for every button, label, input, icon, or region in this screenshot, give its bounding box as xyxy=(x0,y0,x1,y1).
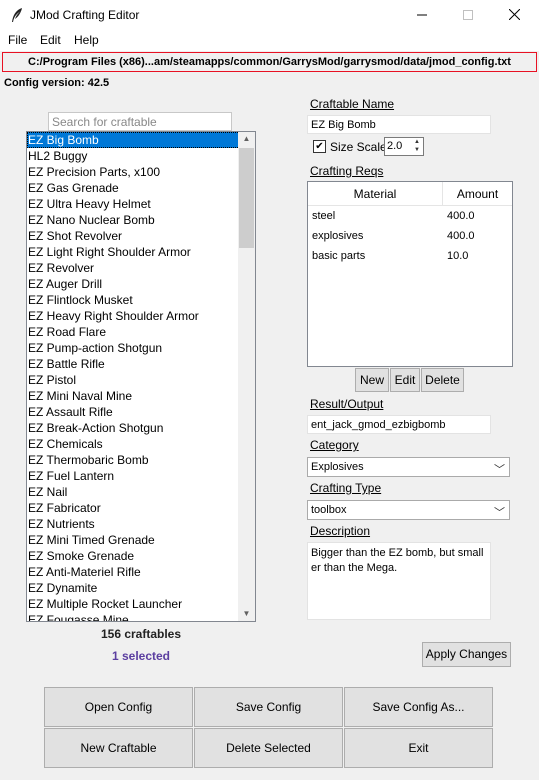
list-item[interactable]: EZ Big Bomb xyxy=(27,132,240,148)
result-output-field[interactable]: ent_jack_gmod_ezbigbomb xyxy=(307,415,491,434)
scroll-up-icon[interactable]: ▲ xyxy=(238,132,255,146)
selected-count: 1 selected xyxy=(111,649,171,663)
column-header-amount[interactable]: Amount xyxy=(443,182,512,206)
menu-file[interactable]: File xyxy=(8,33,27,47)
list-item[interactable]: HL2 Buggy xyxy=(27,148,240,164)
delete-selected-button[interactable]: Delete Selected xyxy=(194,728,343,768)
close-button[interactable] xyxy=(491,0,537,31)
list-item[interactable]: EZ Nano Nuclear Bomb xyxy=(27,212,240,228)
craftable-name-field[interactable]: EZ Big Bomb xyxy=(307,115,491,134)
maximize-button[interactable] xyxy=(445,0,491,31)
minimize-icon xyxy=(417,9,427,23)
scroll-thumb[interactable] xyxy=(239,148,254,248)
list-item[interactable]: EZ Fuel Lantern xyxy=(27,468,240,484)
exit-button[interactable]: Exit xyxy=(344,728,493,768)
spin-arrows-icon[interactable]: ▲ ▼ xyxy=(411,138,423,155)
crafting-type-select[interactable]: toolbox ﹀ xyxy=(307,500,510,520)
list-item[interactable]: EZ Auger Drill xyxy=(27,276,240,292)
crafting-type-value: toolbox xyxy=(311,504,347,516)
config-path: C:/Program Files (x86)...am/steamapps/co… xyxy=(2,52,537,72)
save-config-button[interactable]: Save Config xyxy=(194,687,343,727)
list-item[interactable]: EZ Pistol xyxy=(27,372,240,388)
result-output-label: Result/Output xyxy=(310,397,384,411)
menu-help[interactable]: Help xyxy=(74,33,99,47)
list-item[interactable]: EZ Ultra Heavy Helmet xyxy=(27,196,240,212)
list-item[interactable]: EZ Gas Grenade xyxy=(27,180,240,196)
list-item[interactable]: EZ Nutrients xyxy=(27,516,240,532)
config-version: Config version: 42.5 xyxy=(4,77,110,89)
list-item[interactable]: EZ Assault Rifle xyxy=(27,404,240,420)
chevron-down-icon: ﹀ xyxy=(494,507,505,519)
category-label: Category xyxy=(310,438,359,452)
list-item[interactable]: EZ Mini Naval Mine xyxy=(27,388,240,404)
delete-req-button[interactable]: Delete xyxy=(421,368,464,392)
list-item[interactable]: EZ Shot Revolver xyxy=(27,228,240,244)
req-amount[interactable]: 10.0 xyxy=(447,250,468,262)
scroll-down-icon[interactable]: ▼ xyxy=(238,607,255,621)
size-scale-label: Size Scale xyxy=(330,140,387,154)
list-item[interactable]: EZ Precision Parts, x100 xyxy=(27,164,240,180)
description-label: Description xyxy=(310,524,371,538)
list-item[interactable]: EZ Smoke Grenade xyxy=(27,548,240,564)
minimize-button[interactable] xyxy=(399,0,445,31)
save-config-as-button[interactable]: Save Config As... xyxy=(344,687,493,727)
req-material[interactable]: basic parts xyxy=(312,250,365,262)
list-item[interactable]: EZ Flintlock Musket xyxy=(27,292,240,308)
category-select[interactable]: Explosives ﹀ xyxy=(307,457,510,477)
crafting-type-label: Crafting Type xyxy=(310,481,382,495)
list-item[interactable]: EZ Thermobaric Bomb xyxy=(27,452,240,468)
menu-edit[interactable]: Edit xyxy=(40,33,61,47)
size-scale-checkbox[interactable]: ✔ xyxy=(313,140,326,153)
list-item[interactable]: EZ Heavy Right Shoulder Armor xyxy=(27,308,240,324)
craftables-list[interactable]: EZ Big Bomb HL2 Buggy EZ Precision Parts, … xyxy=(26,131,256,622)
list-item[interactable]: EZ Nail xyxy=(27,484,240,500)
config-path-text: C:/Program Files (x86)...am/steamapps/co… xyxy=(28,56,511,68)
list-item[interactable]: EZ Light Right Shoulder Armor xyxy=(27,244,240,260)
req-amount[interactable]: 400.0 xyxy=(447,230,475,242)
list-item[interactable]: EZ Mini Timed Grenade xyxy=(27,532,240,548)
list-scrollbar[interactable]: ▲ ▼ xyxy=(238,132,255,621)
window-title: JMod Crafting Editor xyxy=(30,8,140,22)
edit-req-button[interactable]: Edit xyxy=(390,368,420,392)
list-item[interactable]: EZ Fougasse Mine xyxy=(27,612,240,621)
craftable-name-label: Craftable Name xyxy=(310,97,395,111)
list-item[interactable]: EZ Revolver xyxy=(27,260,240,276)
new-craftable-button[interactable]: New Craftable xyxy=(44,728,193,768)
list-item[interactable]: EZ Pump-action Shotgun xyxy=(27,340,240,356)
search-input[interactable] xyxy=(48,112,232,131)
list-item[interactable]: EZ Dynamite xyxy=(27,580,240,596)
craftables-list-items: EZ Big Bomb HL2 Buggy EZ Precision Parts, … xyxy=(27,132,240,621)
maximize-icon xyxy=(463,9,473,23)
req-material[interactable]: explosives xyxy=(312,230,363,242)
open-config-button[interactable]: Open Config xyxy=(44,687,193,727)
column-header-material[interactable]: Material xyxy=(308,182,443,206)
list-item[interactable]: EZ Multiple Rocket Launcher xyxy=(27,596,240,612)
list-item[interactable]: EZ Fabricator xyxy=(27,500,240,516)
checkmark-icon: ✔ xyxy=(315,141,324,152)
close-icon xyxy=(508,8,520,23)
description-field[interactable]: Bigger than the EZ bomb, but smaller tha… xyxy=(307,542,491,620)
list-item[interactable]: EZ Chemicals xyxy=(27,436,240,452)
req-material[interactable]: steel xyxy=(312,210,335,222)
new-req-button[interactable]: New xyxy=(355,368,389,392)
size-scale-value: 2.0 xyxy=(387,140,403,152)
craftables-count: 156 craftables xyxy=(100,627,182,641)
feather-icon xyxy=(10,7,24,23)
category-value: Explosives xyxy=(311,461,364,473)
apply-changes-button[interactable]: Apply Changes xyxy=(422,642,511,667)
crafting-reqs-table[interactable]: Material Amount steel 400.0 explosives 400.… xyxy=(307,181,513,367)
chevron-down-icon: ﹀ xyxy=(494,464,505,476)
list-item[interactable]: EZ Battle Rifle xyxy=(27,356,240,372)
list-item[interactable]: EZ Break-Action Shotgun xyxy=(27,420,240,436)
crafting-reqs-label: Crafting Reqs xyxy=(310,164,384,178)
req-amount[interactable]: 400.0 xyxy=(447,210,475,222)
list-item[interactable]: EZ Road Flare xyxy=(27,324,240,340)
list-item[interactable]: EZ Anti-Materiel Rifle xyxy=(27,564,240,580)
